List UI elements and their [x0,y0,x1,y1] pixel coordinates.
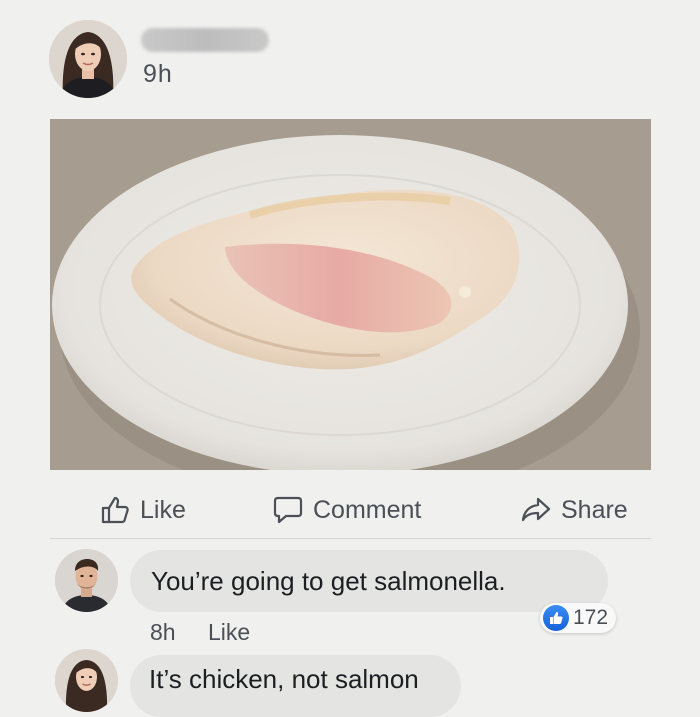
comment-text: It’s chicken, not salmon [149,664,419,694]
author-name[interactable] [141,28,269,52]
speech-bubble-icon [273,496,303,524]
comment-text: You’re going to get salmonella. [151,566,506,596]
thumbs-up-icon [101,496,129,524]
comment-button[interactable]: Comment [272,490,421,530]
thumbs-up-filled-icon [543,605,569,631]
author-avatar[interactable] [49,20,127,98]
share-label: Share [561,495,628,524]
like-label: Like [140,495,186,524]
reaction-count-value: 172 [573,606,609,629]
comment-timestamp[interactable]: 8h [150,619,176,646]
reply-avatar[interactable] [55,649,118,712]
comment-label: Comment [313,495,422,524]
post-timestamp[interactable]: 9h [143,60,173,89]
share-arrow-icon [521,497,551,522]
like-button[interactable]: Like [99,490,186,530]
commenter-avatar[interactable] [55,549,118,612]
comment-like-button[interactable]: Like [208,619,250,646]
reaction-count[interactable]: 172 [540,603,617,633]
share-button[interactable]: Share [520,490,628,530]
action-divider [50,538,651,539]
post-photo[interactable] [50,119,651,470]
